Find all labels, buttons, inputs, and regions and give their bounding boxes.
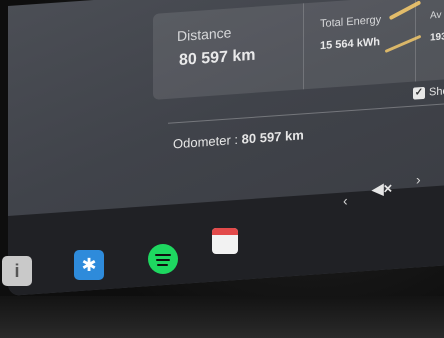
dashboard-surface [0, 296, 444, 338]
spotify-icon[interactable] [148, 244, 178, 274]
average-stat: Av 193 [415, 0, 444, 82]
total-energy-label: Total Energy [320, 13, 382, 31]
chevron-left-icon[interactable]: ‹ [343, 192, 348, 208]
average-label: Av [430, 9, 442, 22]
spotify-icon-stroke [155, 254, 171, 256]
average-value: 193 [430, 31, 444, 44]
odometer-value: 80 597 km [241, 127, 304, 147]
distance-value: 80 597 km [179, 46, 256, 70]
odometer-readout: Odometer : 80 597 km [173, 127, 304, 151]
spotify-icon-stroke [157, 264, 168, 266]
chevron-right-icon[interactable]: › [416, 171, 421, 187]
show-checkbox[interactable]: ✓ [413, 86, 425, 100]
odometer-label: Odometer : [173, 131, 242, 152]
calendar-icon-header [212, 228, 238, 235]
calendar-icon[interactable] [212, 228, 238, 254]
volume-mute-icon[interactable]: ◀× [372, 179, 392, 198]
info-app-icon[interactable]: i [2, 256, 32, 286]
bluetooth-icon[interactable]: ✱ [74, 250, 104, 280]
distance-label: Distance [177, 24, 232, 45]
trip-stats-card: Distance 80 597 km Total Energy 15 564 k… [153, 0, 444, 100]
spotify-icon-stroke [156, 259, 170, 261]
total-energy-value: 15 564 kWh [320, 35, 380, 53]
show-checkbox-label[interactable]: Sho [429, 85, 444, 98]
section-divider [168, 103, 444, 124]
distance-stat: Distance 80 597 km [153, 3, 303, 99]
